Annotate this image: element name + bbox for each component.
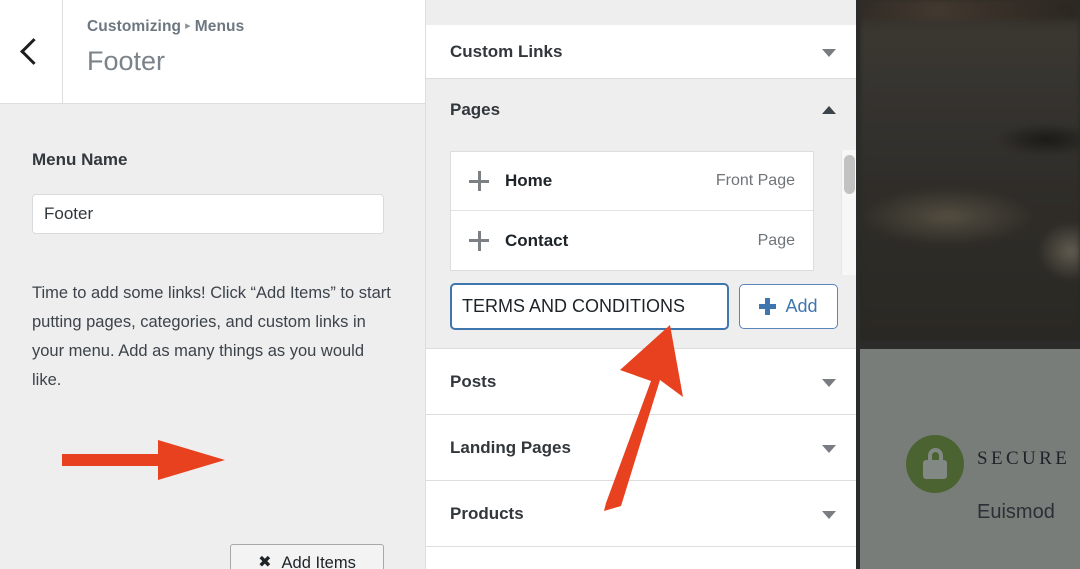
list-item-meta: Page [757, 231, 795, 249]
back-button[interactable] [0, 0, 63, 103]
accordion-header-pages[interactable]: Pages [426, 79, 860, 141]
chevron-up-icon [822, 106, 836, 114]
site-preview[interactable]: SECURE Euismod [860, 0, 1080, 569]
accordion-label: Products [450, 503, 524, 523]
red-arrow-middle-annotation [604, 325, 683, 511]
page-title: Footer [87, 45, 166, 76]
chevron-down-icon [822, 48, 836, 57]
hero-divider [860, 341, 1080, 349]
menu-helper-text: Time to add some links! Click “Add Items… [32, 284, 391, 389]
secure-heading: SECURE [977, 448, 1071, 469]
lock-icon [906, 435, 964, 493]
plus-icon [469, 230, 489, 251]
accordion-label: Landing Pages [450, 437, 571, 457]
pages-results-list: Home Front Page Contact Page [450, 151, 814, 271]
secure-section: SECURE Euismod [860, 349, 1080, 569]
plus-icon [759, 298, 777, 315]
add-link-button[interactable]: Add [739, 284, 838, 329]
accordion-label: Pages [450, 100, 501, 119]
header-titles: Customizing ▸ Menus Footer [87, 18, 244, 77]
accordion-custom-links[interactable]: Custom Links [426, 25, 860, 79]
accordion-header-custom-links[interactable]: Custom Links [426, 25, 860, 78]
plus-icon [469, 171, 489, 191]
customizer-body: Menu Name Time to add some links! Click … [0, 104, 425, 569]
customizer-header: Customizing ▸ Menus Footer [0, 0, 425, 104]
results-scrollbar-thumb[interactable] [844, 155, 855, 194]
add-items-label: Add Items [281, 553, 356, 569]
secure-subtitle: Euismod [977, 501, 1055, 523]
list-item[interactable]: Contact Page [451, 211, 813, 270]
lock-glyph [921, 448, 949, 480]
chevron-down-icon [822, 444, 836, 453]
close-x-icon: ✖ [258, 554, 272, 569]
lock-body [923, 460, 947, 479]
list-item-name: Home [505, 171, 553, 190]
breadcrumb-root: Customizing [87, 18, 182, 35]
chevron-left-icon [20, 38, 47, 65]
panel-top-gap [426, 0, 860, 25]
list-item-meta: Front Page [715, 172, 795, 189]
hero-image [860, 0, 1080, 349]
breadcrumb-section: Menus [194, 18, 245, 35]
accordion-label: Custom Links [450, 41, 563, 61]
breadcrumb[interactable]: Customizing ▸ Menus [87, 18, 244, 37]
list-item[interactable]: Home Front Page [451, 152, 813, 211]
add-items-button[interactable]: ✖ Add Items [230, 544, 384, 569]
customizer-screen: Customizing▸Menus Footer Menu Name Time … [0, 0, 1080, 569]
menu-name-label: Menu Name [32, 150, 128, 169]
red-arrow-left-annotation [62, 440, 225, 480]
chevron-down-icon [822, 510, 836, 519]
list-item-name: Contact [505, 230, 569, 250]
menu-name-input[interactable] [32, 194, 384, 234]
accordion-label: Posts [450, 371, 497, 391]
add-link-label: Add [785, 296, 818, 316]
accordion-next-partial[interactable] [426, 547, 860, 569]
hero-dark-overlay [860, 0, 1080, 349]
customizer-left-panel: Customizing▸Menus Footer Menu Name Time … [0, 0, 425, 569]
breadcrumb-separator-icon: ▸ [185, 20, 191, 32]
chevron-down-icon [822, 378, 836, 387]
